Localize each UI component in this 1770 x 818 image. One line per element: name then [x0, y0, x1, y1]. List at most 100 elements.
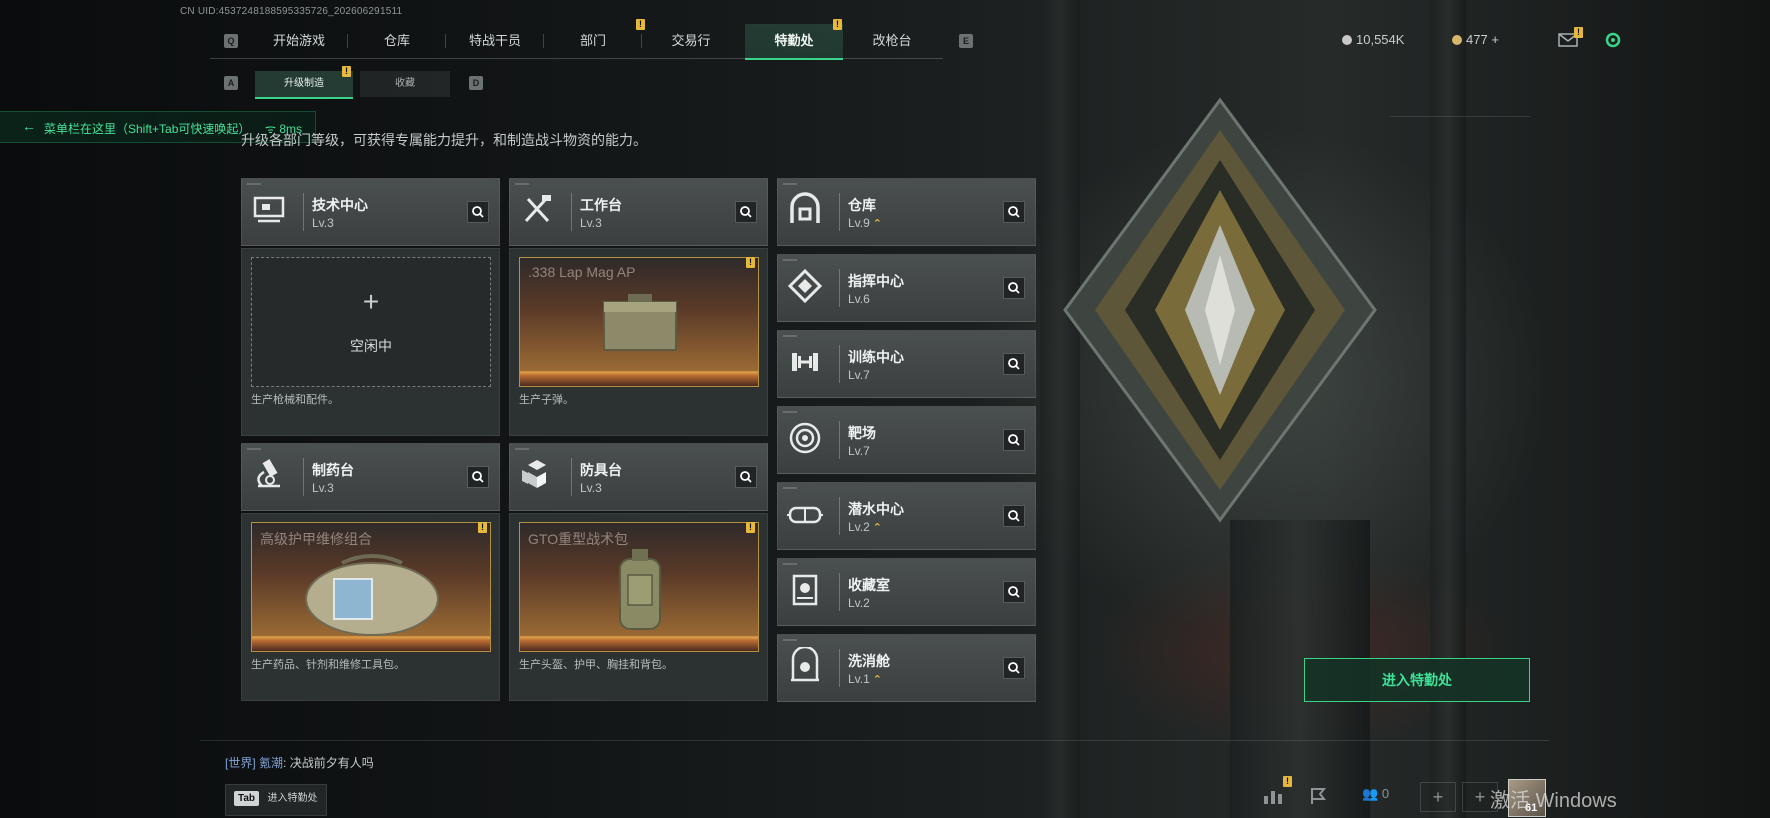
card-corner-mark	[515, 448, 529, 450]
inspect-button[interactable]	[735, 201, 757, 223]
facility-card-tech-center[interactable]: 技术中心 Lv.3	[241, 178, 500, 246]
facility-name: 技术中心	[312, 197, 368, 213]
card-corner-mark	[515, 183, 529, 185]
production-slot-workbench[interactable]: .338 Lap Mag AP ! 生产子弹。	[509, 248, 768, 436]
crafting-item[interactable]: 高级护甲维修组合 !	[251, 522, 491, 652]
facility-caption: 生产药品、针剂和维修工具包。	[251, 659, 405, 671]
facility-name: 制药台	[312, 462, 354, 478]
item-name: 高级护甲维修组合	[260, 531, 372, 547]
department-level: Lv.7	[848, 368, 870, 382]
uid-label: CN UID:4537248188595335726_202606291511	[180, 6, 403, 17]
tab-special-ops[interactable]: 特勤处	[745, 24, 843, 60]
tab-start-game[interactable]: 开始游戏	[250, 24, 348, 58]
department-card-command-center[interactable]: 指挥中心 Lv.6	[777, 254, 1036, 322]
upgrade-available-icon: ⌃	[872, 674, 883, 686]
menu-hint-text: 菜单栏在这里（Shift+Tab可快速唤起）	[44, 122, 251, 136]
inspect-button[interactable]	[1003, 201, 1025, 223]
search-icon	[1008, 434, 1020, 446]
department-name: 收藏室	[848, 577, 890, 593]
search-icon	[1008, 586, 1020, 598]
inspect-button[interactable]	[1003, 429, 1025, 451]
facility-name: 防具台	[580, 462, 622, 478]
department-level: Lv.7	[848, 444, 870, 458]
subnav-right-key: D	[469, 76, 483, 90]
inspect-button[interactable]	[1003, 657, 1025, 679]
card-corner-mark	[783, 259, 797, 261]
card-divider	[303, 458, 304, 496]
chat-line[interactable]: [世界] 氪潮: 决战前夕有人吗	[225, 754, 374, 771]
facility-card-workbench[interactable]: 工作台 Lv.3	[509, 178, 768, 246]
command-chip-icon	[787, 268, 823, 304]
department-level: Lv.2 ⌃	[848, 520, 883, 534]
search-icon	[740, 206, 752, 218]
search-icon	[472, 206, 484, 218]
facility-card-pharmacy[interactable]: 制药台 Lv.3	[241, 443, 500, 511]
page-description: 升级各部门等级，可获得专属能力提升，和制造战斗物资的能力。	[241, 132, 647, 148]
tab-operators[interactable]: 特战干员	[446, 24, 544, 58]
card-divider	[839, 649, 840, 687]
flag-icon[interactable]	[1308, 786, 1328, 806]
empty-slot[interactable]: + 空闲中	[251, 257, 491, 387]
crafting-item[interactable]: .338 Lap Mag AP !	[519, 257, 759, 387]
department-name: 靶场	[848, 425, 876, 441]
tab-gunsmith[interactable]: 改枪台	[843, 24, 941, 58]
tab-key: Tab	[234, 791, 260, 806]
inspect-button[interactable]	[1003, 277, 1025, 299]
department-card-training-center[interactable]: 训练中心 Lv.7	[777, 330, 1036, 398]
card-divider	[839, 497, 840, 535]
department-card-collection-room[interactable]: 收藏室 Lv.2	[777, 558, 1036, 626]
department-level: Lv.9 ⌃	[848, 216, 883, 230]
subtab-upgrade-craft[interactable]: 升级制造	[255, 71, 353, 99]
production-slot-armor-bench[interactable]: GTO重型战术包 ! 生产头盔、护甲、胸挂和背包。	[509, 513, 768, 701]
department-card-diving-center[interactable]: 潜水中心 Lv.2 ⌃	[777, 482, 1036, 550]
tab-shortcut-hint[interactable]: Tab 进入特勤处	[225, 784, 327, 816]
stats-chart-icon[interactable]	[1262, 786, 1284, 806]
subtab-collection[interactable]: 收藏	[360, 71, 450, 97]
tab-hint-label: 进入特勤处	[267, 793, 318, 804]
inspect-button[interactable]	[467, 201, 489, 223]
settings-gear-icon[interactable]	[1603, 30, 1623, 50]
inspect-button[interactable]	[1003, 505, 1025, 527]
tab-department[interactable]: 部门	[544, 24, 642, 58]
add-plus-icon: +	[362, 286, 380, 317]
upgrade-available-icon: ⌃	[872, 218, 883, 230]
chat-user: 氪潮	[259, 756, 284, 770]
inspect-button[interactable]	[735, 466, 757, 488]
production-slot-pharmacy[interactable]: 高级护甲维修组合 ! 生产药品、针剂和维修工具包。	[241, 513, 500, 701]
chat-channel: [世界]	[225, 756, 256, 770]
mail-alert-badge: !	[1574, 27, 1583, 38]
department-card-decontamination[interactable]: 洗消舱 Lv.1 ⌃	[777, 634, 1036, 702]
department-card-shooting-range[interactable]: 靶场 Lv.7	[777, 406, 1036, 474]
inspect-button[interactable]	[1003, 353, 1025, 375]
facility-card-armor-bench[interactable]: 防具台 Lv.3	[509, 443, 768, 511]
production-slot-tech-center[interactable]: + 空闲中 生产枪械和配件。	[241, 248, 500, 436]
facility-name: 工作台	[580, 197, 622, 213]
diving-mask-icon	[787, 506, 823, 524]
item-alert-badge: !	[746, 522, 755, 533]
card-corner-mark	[783, 639, 797, 641]
decon-icon	[791, 647, 819, 682]
enter-special-ops-button[interactable]: 进入特勤处	[1304, 658, 1530, 702]
nav-left-key: Q	[224, 34, 238, 48]
card-corner-mark	[247, 183, 261, 185]
subnav-left-key: A	[224, 76, 238, 90]
card-divider	[839, 573, 840, 611]
add-points-button[interactable]: +	[1491, 32, 1499, 47]
upgrade-available-icon: ⌃	[872, 522, 883, 534]
currency-bar: 10,554K 477 + !	[1310, 27, 1770, 50]
tab-warehouse[interactable]: 仓库	[348, 24, 446, 58]
friends-icon: 👥	[1362, 786, 1379, 801]
search-icon	[1008, 206, 1020, 218]
collection-icon	[792, 574, 818, 606]
tools-icon	[524, 195, 551, 223]
party-slot-add-button[interactable]: +	[1420, 782, 1456, 812]
top-nav: Q 开始游戏 仓库 特战干员 部门 交易行 特勤处 改枪台 ! ! E	[210, 19, 973, 60]
card-divider	[839, 421, 840, 459]
inspect-button[interactable]	[1003, 581, 1025, 603]
crafting-item[interactable]: GTO重型战术包 !	[519, 522, 759, 652]
inspect-button[interactable]	[467, 466, 489, 488]
friends-count[interactable]: 👥 0	[1362, 786, 1389, 802]
department-card-warehouse[interactable]: 仓库 Lv.9 ⌃	[777, 178, 1036, 246]
facility-level: Lv.3	[580, 481, 602, 495]
tab-trading[interactable]: 交易行	[642, 24, 740, 58]
